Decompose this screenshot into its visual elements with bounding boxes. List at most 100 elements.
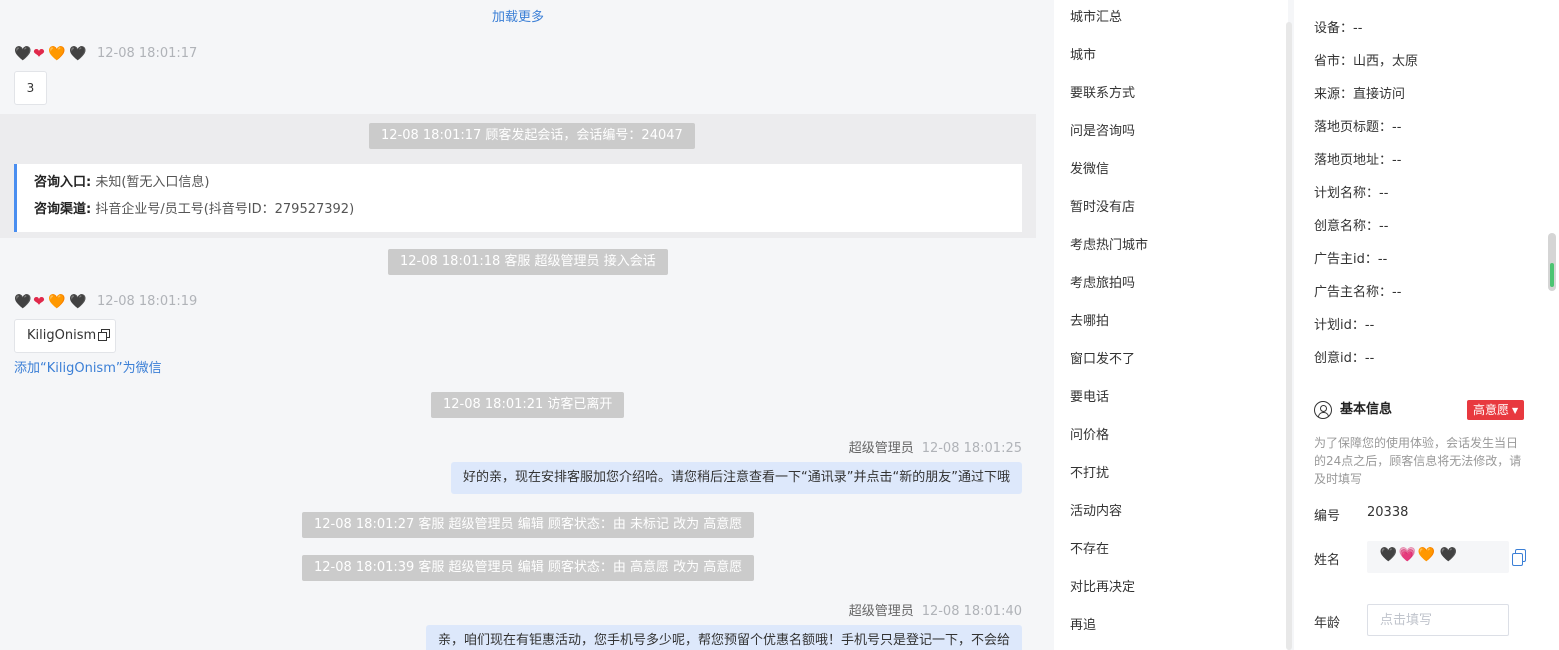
black-heart-icon: 🖤	[1439, 547, 1458, 563]
customer-info-panel: 设备：-- 省市：山西，太原 来源：直接访问 落地页标题：-- 落地页地址：-- 计划名称…	[1294, 0, 1559, 650]
message-timestamp: 12-08 18:01:25	[921, 441, 1022, 456]
intent-status-label: 高意愿	[1473, 403, 1510, 417]
copy-icon[interactable]	[1512, 549, 1526, 566]
quick-reply-item[interactable]: 对比再决定	[1054, 570, 1288, 608]
pink-heart-icon: 💗	[1398, 547, 1417, 563]
quick-reply-item[interactable]: 要联系方式	[1054, 76, 1288, 114]
system-notice: 12-08 18:01:21 访客已离开	[431, 392, 625, 418]
name-field[interactable]: 🖤 💗 🧡 🖤	[1367, 541, 1509, 573]
visitor-info-row: 设备：--	[1294, 12, 1559, 45]
visitor-info-row: 计划id：--	[1294, 309, 1559, 342]
quick-reply-item[interactable]: 窗口发不了	[1054, 342, 1288, 380]
orange-heart-icon: 🧡	[48, 294, 67, 310]
quick-reply-item[interactable]: 暂时没有店	[1054, 190, 1288, 228]
visitor-info-row: 落地页标题：--	[1294, 111, 1559, 144]
quick-reply-item[interactable]: 发微信	[1054, 152, 1288, 190]
visitor-info-value: --	[1377, 252, 1388, 267]
black-heart-icon: 🖤	[1379, 547, 1398, 563]
visitor-message-bubble: 3	[14, 71, 47, 105]
entry-info-card: 咨询入口: 未知(暂无入口信息) 咨询渠道: 抖音企业号/员工号(抖音号ID：2…	[14, 164, 1022, 232]
black-heart-icon: 🖤	[69, 294, 88, 310]
visitor-info-label: 设备：	[1314, 21, 1354, 36]
visitor-info-label: 落地页标题：	[1314, 120, 1393, 135]
list-scrollbar[interactable]	[1286, 22, 1292, 650]
agent-sender-line: 超级管理员 12-08 18:01:40	[849, 600, 1022, 619]
quick-reply-item[interactable]: 问价格	[1054, 418, 1288, 456]
red-heart-icon: ❤	[33, 294, 46, 310]
quick-reply-list: 城市汇总 城市 要联系方式 问是咨询吗 发微信 暂时没有店 考虑热门城市 考虑旅拍吗 去哪拍 窗口…	[1054, 0, 1288, 650]
id-value: 20338	[1367, 505, 1409, 520]
add-wechat-link[interactable]: 添加“KiligOnism”为微信	[14, 357, 162, 376]
entry-value: 未知(暂无入口信息)	[95, 175, 210, 190]
visitor-info-value: --	[1364, 318, 1375, 333]
visitor-nickname: 🖤❤ 🧡 🖤	[14, 46, 86, 62]
visitor-info-row: 广告主名称：--	[1294, 276, 1559, 309]
visitor-info-value: --	[1379, 186, 1389, 201]
quick-reply-item[interactable]: 不存在	[1054, 532, 1288, 570]
visitor-info-value: --	[1379, 219, 1389, 234]
quick-reply-item[interactable]: 问是咨询吗	[1054, 114, 1288, 152]
visitor-info-row: 来源：直接访问	[1294, 78, 1559, 111]
agent-sender-line: 超级管理员 12-08 18:01:25	[849, 437, 1022, 456]
visitor-info-value: --	[1364, 351, 1375, 366]
quick-reply-item[interactable]: 要电话	[1054, 380, 1288, 418]
quick-reply-item[interactable]: 考虑热门城市	[1054, 228, 1288, 266]
name-label: 姓名	[1314, 553, 1341, 568]
agent-name: 超级管理员	[848, 441, 914, 456]
visitor-info-row: 创意名称：--	[1294, 210, 1559, 243]
visitor-info-list: 设备：-- 省市：山西，太原 来源：直接访问 落地页标题：-- 落地页地址：-- 计划名称…	[1294, 12, 1559, 375]
visitor-info-label: 省市：	[1314, 54, 1354, 69]
visitor-info-row: 计划名称：--	[1294, 177, 1559, 210]
message-timestamp: 12-08 18:01:40	[921, 604, 1022, 619]
intent-status-dropdown[interactable]: 高意愿 ▼	[1467, 400, 1525, 420]
load-more-link[interactable]: 加载更多	[0, 6, 1036, 25]
quick-reply-item[interactable]: 考虑旅拍吗	[1054, 266, 1288, 304]
visitor-info-value: --	[1392, 285, 1402, 300]
visitor-nickname: 🖤❤ 🧡 🖤	[14, 294, 86, 310]
visitor-info-label: 创意id：	[1314, 351, 1365, 366]
id-label: 编号	[1314, 509, 1341, 524]
visitor-info-label: 广告主名称：	[1314, 285, 1393, 300]
visitor-info-label: 落地页地址：	[1314, 153, 1393, 168]
quick-reply-item[interactable]: 活动内容	[1054, 494, 1288, 532]
system-notice: 12-08 18:01:27 客服 超级管理员 编辑 顾客状态：由 未标记 改为…	[302, 512, 755, 538]
black-heart-icon: 🖤	[14, 46, 33, 62]
quick-reply-item[interactable]: 城市	[1054, 38, 1288, 76]
visitor-info-row: 创意id：--	[1294, 342, 1559, 375]
wechat-id-bubble[interactable]: KiligOnism	[14, 319, 116, 353]
visitor-info-row: 省市：山西，太原	[1294, 45, 1559, 78]
agent-name: 超级管理员	[848, 604, 914, 619]
panel-scrollbar[interactable]	[1548, 233, 1556, 291]
black-heart-icon: 🖤	[14, 294, 33, 310]
user-circle-icon	[1314, 401, 1332, 419]
orange-heart-icon: 🧡	[48, 46, 67, 62]
red-heart-icon: ❤	[33, 46, 46, 62]
quick-reply-item[interactable]: 不打扰	[1054, 456, 1288, 494]
visitor-info-value: 山西，太原	[1353, 54, 1419, 69]
entry-label: 咨询入口:	[34, 175, 92, 190]
quick-reply-item[interactable]: 再追	[1054, 608, 1288, 646]
visitor-info-label: 创意名称：	[1314, 219, 1380, 234]
visitor-info-label: 广告主id：	[1314, 252, 1378, 267]
visitor-info-label: 来源：	[1314, 87, 1354, 102]
visitor-info-value: --	[1392, 153, 1402, 168]
basic-info-title: 基本信息	[1340, 402, 1393, 417]
system-notice: 12-08 18:01:39 客服 超级管理员 编辑 顾客状态：由 高意愿 改为…	[302, 555, 755, 581]
quick-reply-item[interactable]: 去哪拍	[1054, 304, 1288, 342]
visitor-info-value: --	[1353, 21, 1363, 36]
wechat-id-text: KiligOnism	[27, 328, 97, 343]
system-notice: 12-08 18:01:18 客服 超级管理员 接入会话	[388, 249, 668, 275]
channel-value: 抖音企业号/员工号(抖音号ID：279527392)	[95, 202, 355, 217]
agent-message-bubble: 亲，咱们现在有钜惠活动，您手机号多少呢，帮您预留个优惠名额哦！手机号只是登记一下…	[425, 625, 1022, 650]
message-timestamp: 12-08 18:01:19	[97, 294, 198, 309]
visitor-info-row: 广告主id：--	[1294, 243, 1559, 276]
quick-reply-item[interactable]: 城市汇总	[1054, 0, 1288, 38]
message-timestamp: 12-08 18:01:17	[97, 46, 198, 61]
chat-panel: 加载更多 🖤❤ 🧡 🖤 12-08 18:01:17 3 12-08 18:01:1…	[0, 0, 1040, 650]
age-label: 年龄	[1314, 616, 1341, 631]
copy-icon[interactable]	[98, 329, 111, 341]
basic-info-header: 基本信息 高意愿 ▼	[1314, 400, 1528, 420]
edit-notice: 为了保障您的使用体验，会话发生当日的24点之后，顾客信息将无法修改，请及时填写	[1314, 436, 1522, 486]
channel-label: 咨询渠道:	[34, 202, 92, 217]
age-input[interactable]	[1367, 604, 1509, 636]
